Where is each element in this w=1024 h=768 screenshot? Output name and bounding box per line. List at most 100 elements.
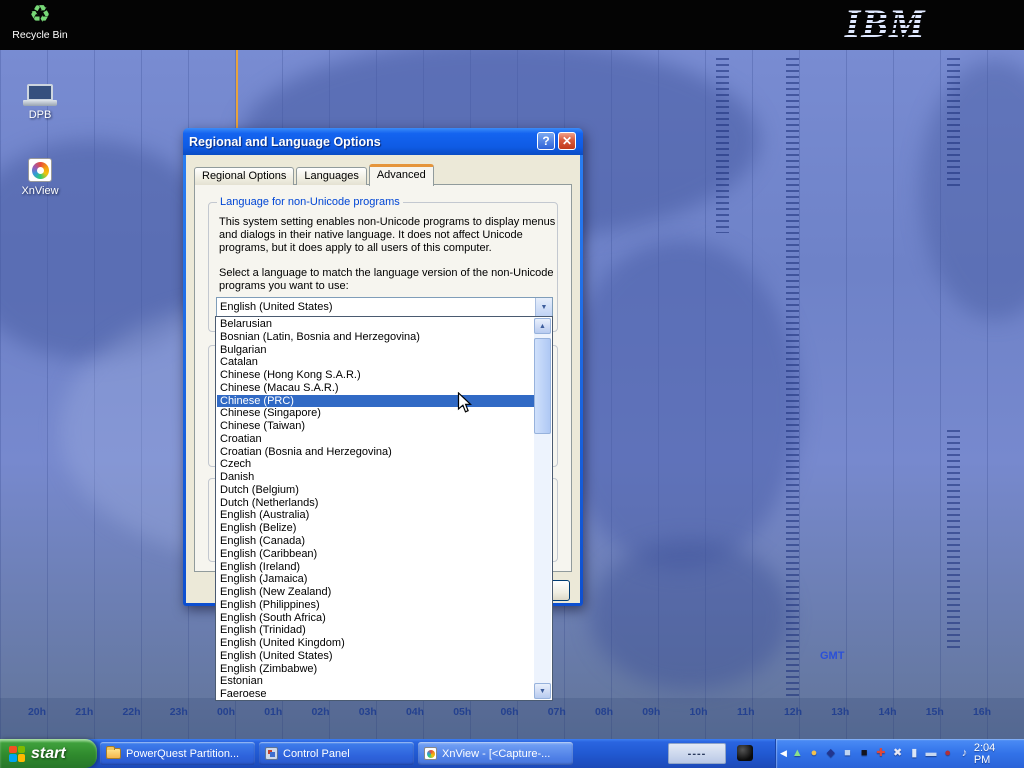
taskbar-button-control-panel[interactable]: Control Panel xyxy=(259,742,414,765)
language-option[interactable]: Catalan xyxy=(217,356,534,369)
language-option[interactable]: Estonian xyxy=(217,675,534,688)
hour-label: 10h xyxy=(682,706,716,718)
language-option[interactable]: Croatian xyxy=(217,433,534,446)
language-option[interactable]: English (Canada) xyxy=(217,535,534,548)
hour-label: 14h xyxy=(871,706,905,718)
language-option[interactable]: English (Ireland) xyxy=(217,561,534,574)
language-option[interactable]: Faeroese xyxy=(217,688,534,699)
language-option[interactable]: English (Zimbabwe) xyxy=(217,663,534,676)
hour-label: 07h xyxy=(540,706,574,718)
tray-icon-1[interactable]: ▲ xyxy=(790,746,805,761)
scroll-down-button[interactable]: ▼ xyxy=(534,683,551,699)
current-time-meridian-line xyxy=(236,50,238,130)
desktop-icon-recycle-bin[interactable]: ♻ Recycle Bin xyxy=(10,2,70,41)
gmt-label: GMT xyxy=(820,650,844,662)
xnview-icon xyxy=(424,747,437,760)
map-hatch-band xyxy=(786,58,799,698)
language-option[interactable]: English (New Zealand) xyxy=(217,586,534,599)
tray-icon-5[interactable]: ■ xyxy=(857,746,872,761)
language-option[interactable]: English (Caribbean) xyxy=(217,548,534,561)
language-option[interactable]: English (Belize) xyxy=(217,522,534,535)
language-list: BelarusianBosnian (Latin, Bosnia and Her… xyxy=(217,318,534,699)
hour-label: 02h xyxy=(304,706,338,718)
taskbar-button-xnview[interactable]: XnView - [<Capture-... xyxy=(418,742,573,765)
language-option[interactable]: English (Australia) xyxy=(217,509,534,522)
map-landmass xyxy=(920,60,1024,320)
non-unicode-description: This system setting enables non-Unicode … xyxy=(219,216,557,255)
control-panel-icon xyxy=(265,747,278,760)
language-option[interactable]: Dutch (Belgium) xyxy=(217,484,534,497)
language-option[interactable]: Danish xyxy=(217,471,534,484)
tray-icon-8[interactable]: ▮ xyxy=(907,746,922,761)
language-option[interactable]: English (Philippines) xyxy=(217,599,534,612)
hour-label: 13h xyxy=(823,706,857,718)
tray-icon-9[interactable]: ▬ xyxy=(924,746,939,761)
language-option[interactable]: English (United Kingdom) xyxy=(217,637,534,650)
tab-advanced[interactable]: Advanced xyxy=(369,164,434,186)
map-landmass xyxy=(590,540,790,690)
tray-icon-4[interactable]: ■ xyxy=(840,746,855,761)
language-option[interactable]: English (South Africa) xyxy=(217,612,534,625)
system-tray: ◀ ▲●◆■■✚✖▮▬●♪ 2:04 PM xyxy=(775,739,1024,768)
hour-label: 12h xyxy=(776,706,810,718)
hour-label: 20h xyxy=(20,706,54,718)
tray-icon-11[interactable]: ♪ xyxy=(957,746,972,761)
non-unicode-group-title: Language for non-Unicode programs xyxy=(217,196,403,208)
non-unicode-instruction: Select a language to match the language … xyxy=(219,267,557,293)
language-option[interactable]: Chinese (Singapore) xyxy=(217,407,534,420)
dialog-titlebar[interactable]: Regional and Language Options ? ✕ xyxy=(183,128,583,155)
language-option[interactable]: Belarusian xyxy=(217,318,534,331)
language-option[interactable]: Bosnian (Latin, Bosnia and Herzegovina) xyxy=(217,331,534,344)
language-option[interactable]: Chinese (PRC) xyxy=(217,395,534,408)
hour-label: 23h xyxy=(162,706,196,718)
tray-icon-10[interactable]: ● xyxy=(940,746,955,761)
help-button[interactable]: ? xyxy=(537,132,555,150)
mouse-cursor xyxy=(457,392,472,415)
language-option[interactable]: English (United States) xyxy=(217,650,534,663)
non-unicode-groupbox: Language for non-Unicode programs This s… xyxy=(208,202,558,332)
language-option[interactable]: Dutch (Netherlands) xyxy=(217,497,534,510)
scrollbar-thumb[interactable] xyxy=(534,338,551,434)
start-button[interactable]: start xyxy=(0,739,97,768)
hour-label: 09h xyxy=(634,706,668,718)
scroll-up-button[interactable]: ▲ xyxy=(534,318,551,334)
language-option[interactable]: Chinese (Macau S.A.R.) xyxy=(217,382,534,395)
tray-collapse-chevron-icon[interactable]: ◀ xyxy=(780,748,787,759)
laptop-icon xyxy=(8,84,72,106)
tab-languages[interactable]: Languages xyxy=(296,167,366,185)
ibm-logo: IBM xyxy=(830,0,940,50)
xnview-label: XnView xyxy=(8,185,72,197)
taskbar-mini-toolbar[interactable]: ---- xyxy=(668,743,726,764)
language-option[interactable]: English (Jamaica) xyxy=(217,573,534,586)
desktop-icon-xnview[interactable]: XnView xyxy=(8,158,72,197)
desktop-icon-dpb[interactable]: DPB xyxy=(8,84,72,121)
combobox-dropdown-button[interactable]: ▼ xyxy=(535,298,552,316)
map-hatch-band xyxy=(947,430,960,650)
taskbar-button-powerquest[interactable]: PowerQuest Partition... xyxy=(100,742,255,765)
language-option[interactable]: Croatian (Bosnia and Herzegovina) xyxy=(217,446,534,459)
tray-icon-3[interactable]: ◆ xyxy=(823,746,838,761)
hour-label: 08h xyxy=(587,706,621,718)
hour-label: 03h xyxy=(351,706,385,718)
language-option[interactable]: Czech xyxy=(217,458,534,471)
taskbar-button-label: XnView - [<Capture-... xyxy=(442,748,550,760)
language-option[interactable]: Chinese (Taiwan) xyxy=(217,420,534,433)
tab-regional-options[interactable]: Regional Options xyxy=(194,167,294,185)
arrow-up-icon: ▲ xyxy=(539,323,546,330)
hour-label: 21h xyxy=(67,706,101,718)
non-unicode-language-combobox[interactable]: English (United States) ▼ xyxy=(216,297,553,317)
dialog-tabs: Regional Options Languages Advanced xyxy=(194,164,436,185)
tray-icon-7[interactable]: ✖ xyxy=(890,746,905,761)
tray-icon-6[interactable]: ✚ xyxy=(874,746,889,761)
taskbar-app-icon[interactable] xyxy=(737,745,753,761)
dropdown-scrollbar[interactable]: ▲ ▼ xyxy=(534,318,551,699)
language-option[interactable]: Bulgarian xyxy=(217,344,534,357)
tray-icon-2[interactable]: ● xyxy=(807,746,822,761)
taskbar: start PowerQuest Partition... Control Pa… xyxy=(0,739,1024,768)
hour-label: 00h xyxy=(209,706,243,718)
language-option[interactable]: Chinese (Hong Kong S.A.R.) xyxy=(217,369,534,382)
recycle-bin-label: Recycle Bin xyxy=(10,29,70,41)
top-banner: ♻ Recycle Bin IBM xyxy=(0,0,1024,50)
close-button[interactable]: ✕ xyxy=(558,132,576,150)
language-option[interactable]: English (Trinidad) xyxy=(217,624,534,637)
